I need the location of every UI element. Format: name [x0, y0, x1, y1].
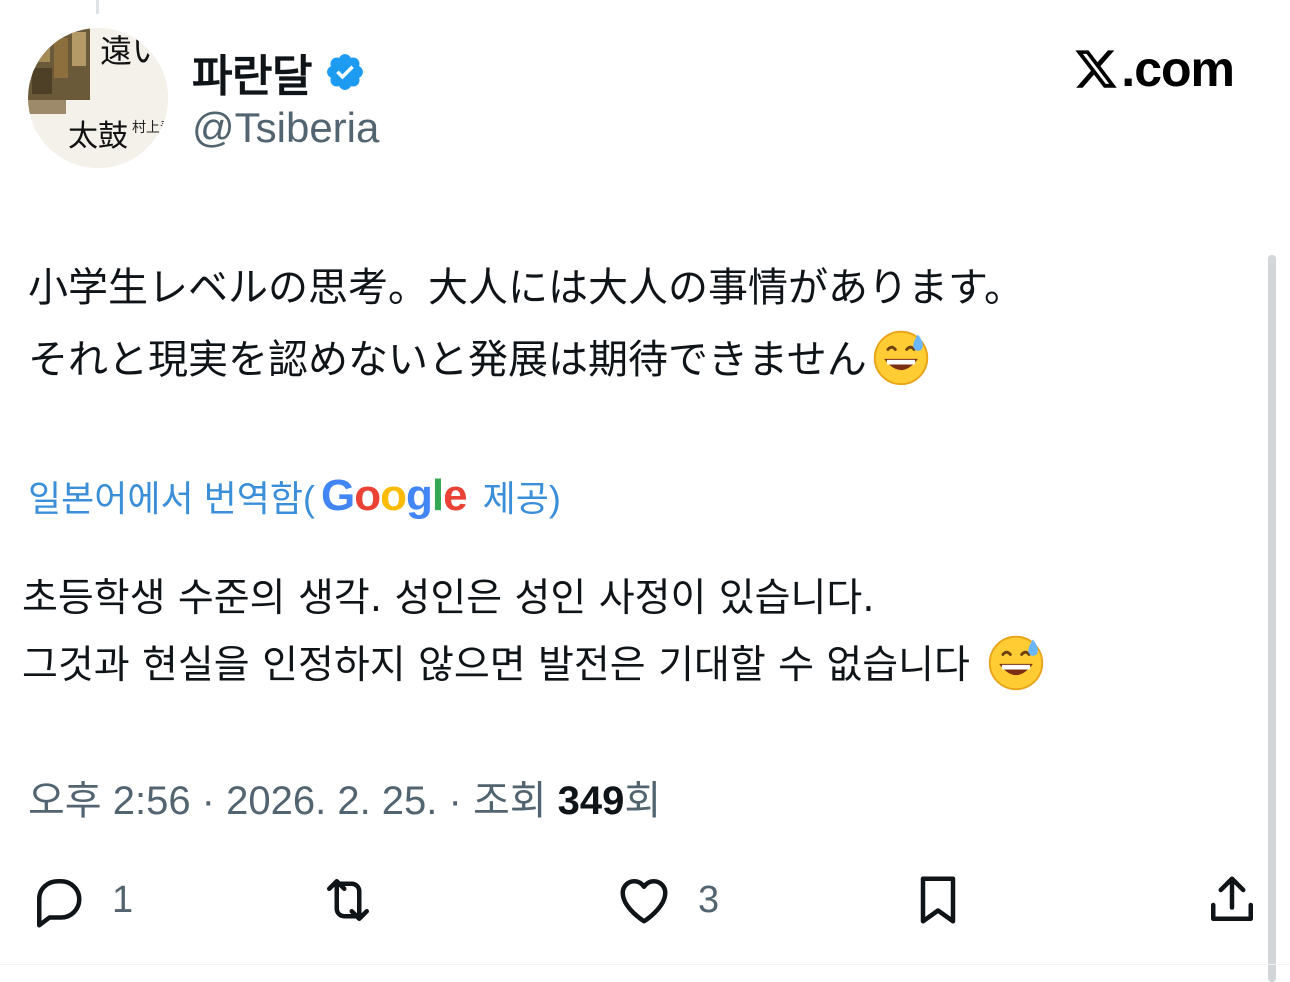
like-count: 3: [698, 878, 720, 921]
repost-button[interactable]: [318, 870, 378, 930]
translated-suffix: 제공): [482, 478, 561, 519]
google-logo: Google: [320, 471, 468, 520]
views-suffix: 회: [624, 779, 662, 823]
share-icon: [1211, 876, 1253, 921]
view-count: 349: [557, 779, 625, 823]
grinning-face-with-sweat-icon: [873, 330, 928, 386]
like-button[interactable]: 3: [614, 870, 719, 930]
heart-icon: [620, 879, 668, 924]
translated-line-1: 초등학생 수준의 생각. 성인은 성인 사정이 있습니다.: [22, 576, 875, 621]
translated-by-google-link[interactable]: 일본어에서 번역함( Google 제공): [28, 470, 561, 522]
svg-text:太鼓: 太鼓: [68, 119, 128, 154]
avatar[interactable]: 遠い 太鼓 村上春樹: [28, 28, 168, 168]
tweet-meta: 오후 2:56 · 2026. 2. 25. · 조회 349회: [28, 768, 661, 826]
share-button[interactable]: [1202, 870, 1262, 930]
timestamp[interactable]: 오후 2:56 · 2026. 2. 25. · 조회: [28, 779, 558, 823]
bookmark-icon: [920, 876, 956, 924]
brand-text: .com: [1121, 41, 1235, 97]
translated-prefix: 일본어에서 번역함(: [28, 478, 315, 519]
tweet-body: 小学生レベルの思考。大人には大人の事情があります。 それと現実を認めないと発展は…: [28, 252, 1228, 396]
repost-icon: [327, 879, 369, 921]
author-handle[interactable]: @Tsiberia: [192, 104, 379, 152]
tweet-line-2-wrap: それと現実を認めないと発展は期待できません: [28, 324, 1228, 396]
reply-count: 1: [112, 878, 134, 921]
translated-line-2: 그것과 현실을 인정하지 않으면 발전은 기대할 수 없습니다: [22, 643, 970, 688]
x-logo-icon: [1075, 50, 1118, 88]
action-bar: 1 3: [0, 860, 1290, 940]
translated-line-2-wrap: 그것과 현실을 인정하지 않으면 발전은 기대할 수 없습니다: [22, 632, 1242, 699]
reply-icon: [37, 879, 82, 928]
tweet-line-2: それと現実を認めないと発展は期待できません: [28, 337, 867, 383]
author-name-row[interactable]: 파란달: [192, 40, 366, 104]
svg-text:遠い: 遠い: [100, 32, 164, 70]
divider: [0, 964, 1290, 965]
brand-logo[interactable]: .com: [1073, 40, 1235, 98]
grinning-face-with-sweat-icon: [989, 635, 1044, 691]
reply-button[interactable]: 1: [28, 870, 133, 930]
author-name[interactable]: 파란달: [192, 40, 312, 104]
book-cover-avatar-icon: 遠い 太鼓 村上春樹: [28, 28, 168, 168]
svg-text:村上春樹: 村上春樹: [132, 120, 168, 136]
translated-text: 초등학생 수준의 생각. 성인은 성인 사정이 있습니다. 그것과 현실을 인정…: [22, 566, 1242, 699]
verified-badge-icon: [327, 54, 363, 90]
thread-line: [96, 0, 99, 14]
bookmark-button[interactable]: [908, 870, 968, 930]
tweet-line-1: 小学生レベルの思考。大人には大人の事情があります。: [28, 265, 1024, 311]
tweet-detail-page: 遠い 太鼓 村上春樹 파란달 @Tsiberia .com 小学生レベルの思考。…: [0, 0, 1290, 982]
